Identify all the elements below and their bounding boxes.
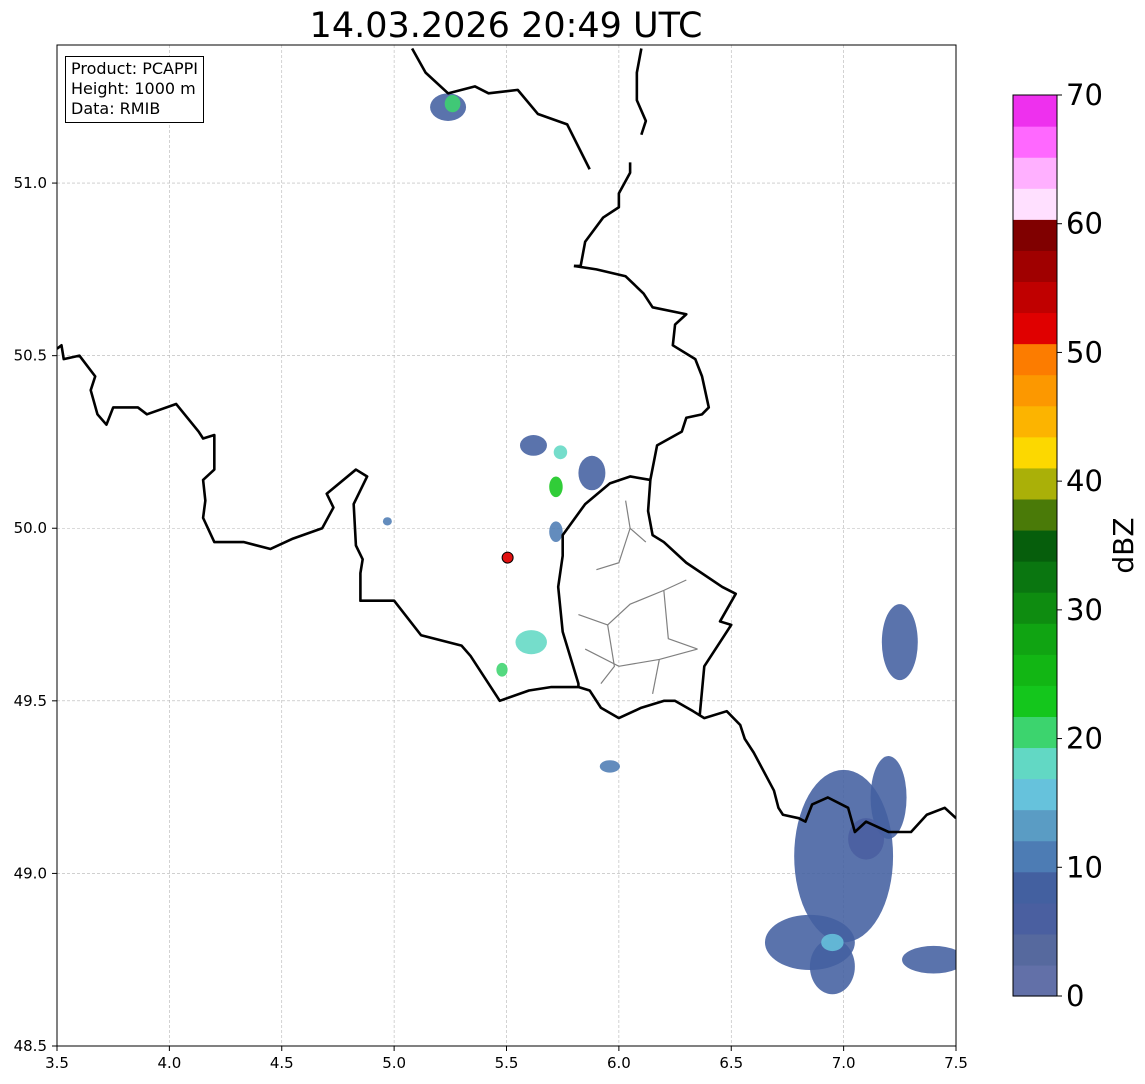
radar-echoes [382, 93, 956, 995]
y-tick-label: 50.0 [14, 519, 47, 537]
colorbar-tick-label: 10 [1066, 850, 1103, 884]
x-axis-ticks: 3.5 4.0 4.5 5.0 5.5 6.0 6.5 7.0 7.5 [45, 1046, 968, 1072]
internal-boundaries [578, 500, 698, 695]
colorbar-swatch [1013, 623, 1057, 655]
admin-boundary [625, 500, 631, 529]
admin-boundary [578, 579, 687, 626]
admin-boundary [600, 624, 616, 684]
colorbar-swatch [1013, 343, 1057, 376]
colorbar-tick-label: 50 [1066, 335, 1103, 369]
radar-echo [821, 933, 844, 952]
admin-boundary [584, 648, 698, 667]
colorbar-swatch [1013, 436, 1057, 469]
radar-site-marker [501, 551, 514, 564]
colorbar-swatch [1013, 964, 1057, 997]
colorbar-tick-label: 70 [1066, 78, 1103, 112]
info-height: Height: 1000 m [71, 79, 196, 98]
radar-echo [578, 455, 606, 491]
info-product: Product: PCAPPI [71, 59, 199, 78]
colorbar-label: dBZ [1107, 517, 1140, 573]
colorbar-swatch [1013, 716, 1057, 749]
admin-boundary [596, 527, 647, 571]
colorbar-swatch [1013, 902, 1057, 935]
info-data: Data: RMIB [71, 99, 161, 118]
x-tick-label: 3.5 [45, 1054, 69, 1072]
colorbar-swatch [1013, 685, 1057, 717]
radar-echo [549, 476, 563, 498]
radar-map: 3.5 4.0 4.5 5.0 5.5 6.0 6.5 7.0 7.5 48.5 49.0 49.5… [14, 44, 1140, 1072]
colorbar-swatch [1013, 95, 1057, 127]
colorbar-swatch [1013, 467, 1057, 500]
colorbar-swatch [1013, 281, 1057, 314]
colorbar-tick-label: 40 [1066, 464, 1103, 498]
colorbar-swatch [1013, 250, 1057, 283]
info-box: Product: PCAPPI Height: 1000 m Data: RMI… [65, 56, 205, 123]
colorbar-swatch [1013, 592, 1057, 624]
x-tick-label: 4.5 [270, 1054, 294, 1072]
radar-echo [382, 517, 392, 526]
colorbar-swatch [1013, 778, 1057, 811]
colorbar-tick-label: 30 [1066, 593, 1103, 627]
x-tick-label: 4.0 [157, 1054, 181, 1072]
colorbar-tick-label: 60 [1066, 207, 1103, 241]
country-border [646, 479, 738, 715]
radar-site-layer [501, 551, 514, 564]
radar-echo [549, 521, 563, 543]
radar-echo [444, 95, 461, 113]
colorbar-swatch [1013, 871, 1057, 904]
colorbar-swatch [1013, 126, 1057, 158]
y-tick-label: 51.0 [14, 174, 47, 192]
y-tick-label: 48.5 [14, 1037, 47, 1055]
admin-boundary [663, 590, 698, 650]
x-tick-label: 6.0 [607, 1054, 631, 1072]
x-tick-label: 7.5 [944, 1054, 968, 1072]
x-tick-label: 7.0 [832, 1054, 856, 1072]
colorbar-tick-label: 20 [1066, 722, 1103, 756]
admin-boundary [651, 659, 660, 695]
colorbar-swatch [1013, 188, 1057, 220]
colorbar-swatch [1013, 157, 1057, 189]
radar-echo [515, 630, 547, 655]
radar-echo [553, 445, 568, 460]
radar-echo [496, 662, 508, 677]
country-border [635, 48, 648, 136]
y-tick-label: 49.0 [14, 864, 47, 882]
radar-echo [519, 435, 547, 456]
colorbar-swatch [1013, 498, 1057, 531]
country-border [57, 343, 956, 834]
colorbar-swatch [1013, 374, 1057, 407]
x-tick-label: 6.5 [719, 1054, 743, 1072]
x-tick-label: 5.5 [495, 1054, 519, 1072]
colorbar-swatch [1013, 405, 1057, 438]
colorbar-swatch [1013, 219, 1057, 251]
colorbar-swatch [1013, 809, 1057, 842]
colorbar: 0 10 20 30 40 50 60 70 dBZ [1012, 78, 1140, 1013]
colorbar-swatch [1013, 529, 1057, 562]
colorbar-tick-label: 0 [1066, 979, 1084, 1013]
y-tick-label: 49.5 [14, 692, 47, 710]
colorbar-swatch [1013, 312, 1057, 345]
country-border [573, 162, 632, 268]
y-axis-ticks: 48.5 49.0 49.5 50.0 50.5 51.0 [14, 174, 57, 1055]
x-tick-label: 5.0 [382, 1054, 406, 1072]
colorbar-swatch [1013, 933, 1057, 966]
radar-echo [881, 604, 918, 681]
colorbar-swatch [1013, 747, 1057, 780]
colorbar-swatch [1013, 654, 1057, 686]
colorbar-swatch [1013, 840, 1057, 873]
radar-echo [599, 760, 620, 773]
colorbar-swatch [1013, 561, 1057, 593]
y-tick-label: 50.5 [14, 347, 47, 365]
